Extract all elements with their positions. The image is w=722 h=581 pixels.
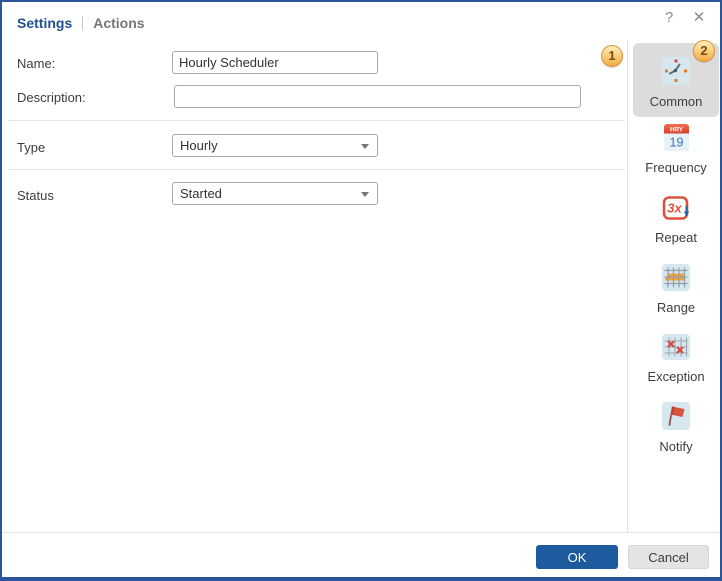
sidebar-item-label: Exception [647,369,705,384]
help-icon[interactable]: ? [660,9,678,27]
name-label: Name: [17,56,56,71]
calendar-icon-header-text: HRY [669,127,683,134]
close-icon[interactable]: ✕ [690,9,708,27]
sidebar-item-label: Notify [659,439,693,454]
flag-icon [661,401,691,436]
ok-button[interactable]: OK [536,545,618,569]
name-input[interactable] [172,51,378,74]
tab-bar: Settings Actions [17,12,145,34]
step-1-badge: 1 [601,45,623,67]
sidebar-item-repeat[interactable]: 3x Repeat [630,195,720,245]
description-input[interactable] [174,85,581,108]
sidebar-item-notify[interactable]: Notify [630,401,720,454]
sidebar-item-label: Frequency [645,160,707,175]
repeat-icon: 3x [662,195,691,227]
sidebar-divider [627,40,628,532]
sidebar-item-label: Common [649,94,703,109]
clock-icon [661,56,691,91]
calendar-range-icon [661,263,691,297]
calendar-icon-day-number: 19 [669,136,683,150]
tab-settings[interactable]: Settings [17,15,72,31]
sidebar-item-range[interactable]: Range [630,263,720,315]
repeat-icon-text: 3x [667,201,682,216]
status-dropdown-value: Started [180,186,222,201]
chevron-down-icon [361,192,369,197]
description-label: Description: [17,90,86,105]
row-divider [8,169,625,170]
sidebar-item-label: Repeat [655,230,697,245]
calendar-exception-icon [661,333,691,366]
chevron-down-icon [361,144,369,149]
sidebar-item-label: Range [656,300,696,315]
row-divider [8,120,625,121]
status-dropdown[interactable]: Started [172,182,378,205]
step-2-badge: 2 [693,40,715,62]
tab-divider [82,15,84,31]
type-dropdown-value: Hourly [180,138,218,153]
type-label: Type [17,140,46,155]
tab-actions[interactable]: Actions [93,15,144,31]
calendar-icon: HRY 19 [663,123,690,157]
sidebar-item-frequency[interactable]: HRY 19 Frequency [630,123,720,175]
sidebar-item-exception[interactable]: Exception [630,333,720,384]
scheduler-dialog: Settings Actions ? ✕ Name: Description: … [0,0,722,581]
type-dropdown[interactable]: Hourly [172,134,378,157]
footer-divider [2,532,720,533]
status-label: Status [17,188,54,203]
cancel-button[interactable]: Cancel [628,545,709,569]
